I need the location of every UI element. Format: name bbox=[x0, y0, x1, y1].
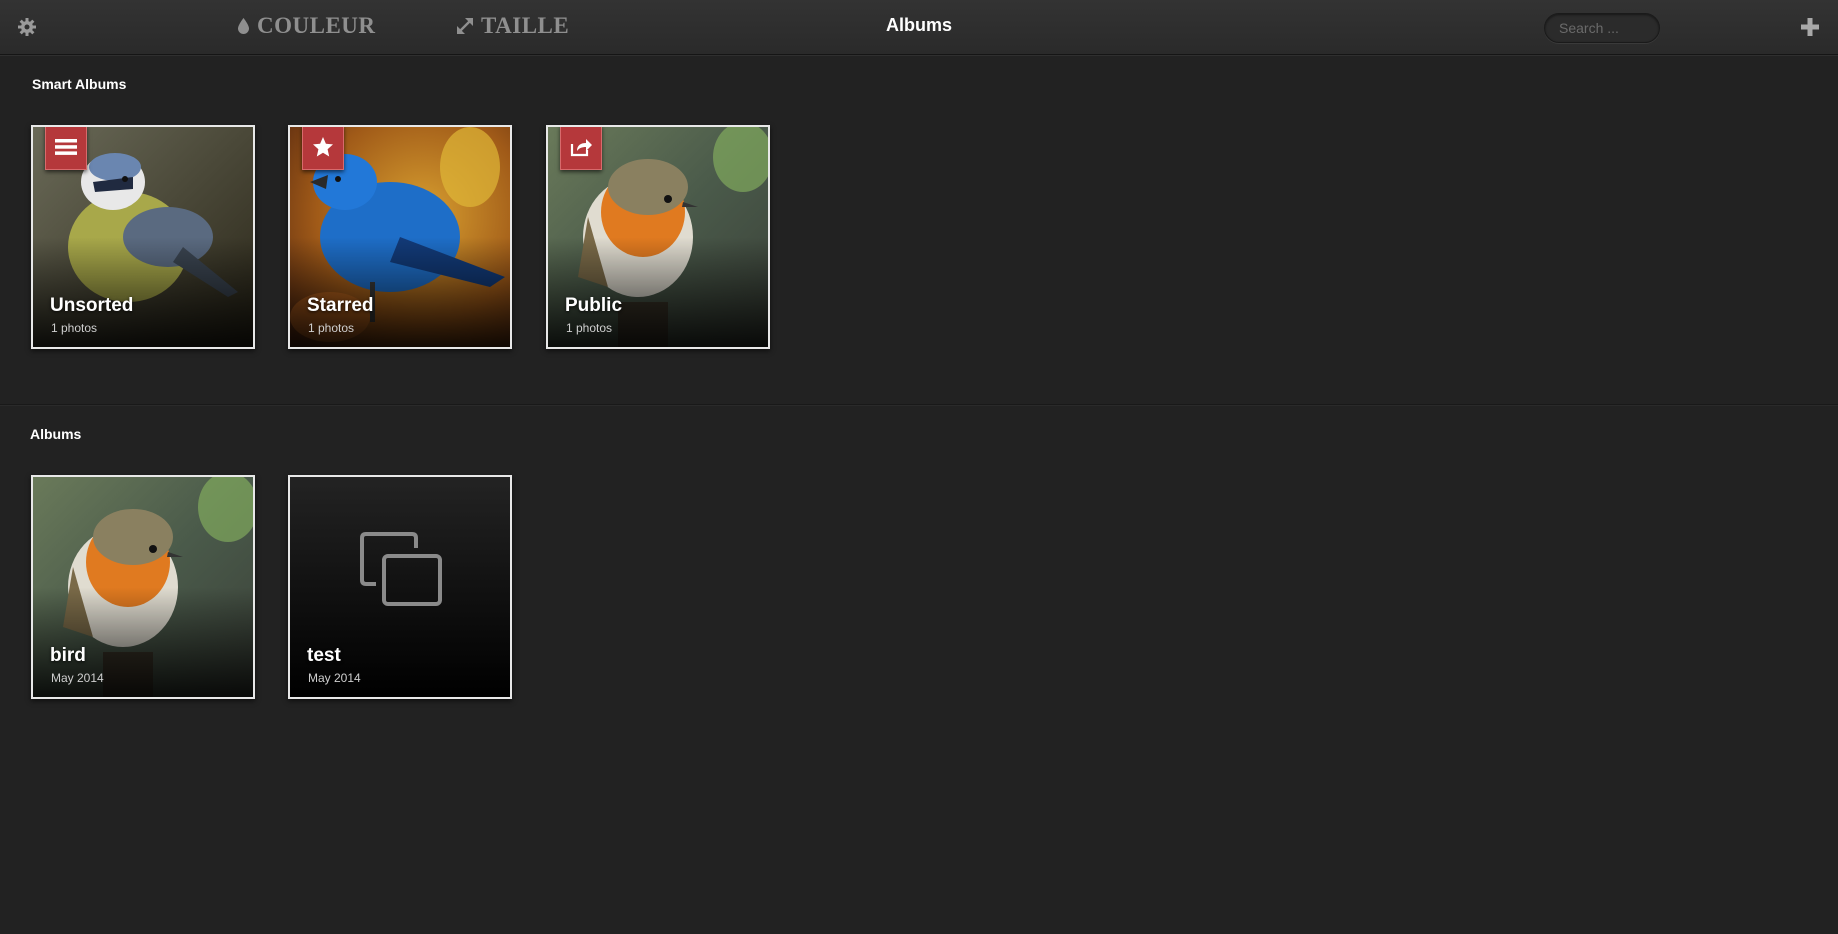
resize-arrows-icon bbox=[457, 18, 473, 34]
starred-badge bbox=[302, 127, 344, 170]
droplet-icon bbox=[238, 18, 249, 34]
album-name: test bbox=[307, 645, 341, 666]
section-divider bbox=[0, 404, 1838, 405]
album-name: Starred bbox=[307, 295, 374, 316]
gear-icon bbox=[18, 18, 36, 36]
album-photo-count: 1 photos bbox=[51, 321, 98, 335]
album-bird[interactable]: bird May 2014 bbox=[31, 475, 255, 699]
add-button[interactable] bbox=[1799, 16, 1821, 38]
album-test[interactable]: test May 2014 bbox=[288, 475, 512, 699]
share-icon bbox=[570, 139, 592, 157]
search-input[interactable] bbox=[1544, 13, 1660, 43]
settings-button[interactable] bbox=[17, 17, 37, 37]
star-icon bbox=[313, 137, 333, 157]
album-photo-count: 1 photos bbox=[308, 321, 355, 335]
header-bar: COULEUR TAILLE Albums bbox=[0, 0, 1838, 55]
tool-taille-button[interactable]: TAILLE bbox=[456, 13, 569, 39]
album-name: Unsorted bbox=[50, 295, 134, 316]
album-unsorted[interactable]: Unsorted 1 photos bbox=[31, 125, 255, 349]
list-icon bbox=[55, 139, 77, 155]
album-date: May 2014 bbox=[308, 671, 361, 685]
album-name: Public bbox=[565, 295, 623, 316]
album-date: May 2014 bbox=[51, 671, 104, 685]
album-public[interactable]: Public 1 photos bbox=[546, 125, 770, 349]
album-placeholder-icon bbox=[360, 532, 442, 606]
tool-couleur-label: COULEUR bbox=[257, 13, 376, 38]
unsorted-badge bbox=[45, 127, 87, 170]
smart-albums-heading: Smart Albums bbox=[32, 76, 127, 92]
public-badge bbox=[560, 127, 602, 170]
albums-heading: Albums bbox=[30, 426, 82, 442]
tool-couleur-button[interactable]: COULEUR bbox=[237, 13, 376, 39]
album-photo-count: 1 photos bbox=[566, 321, 613, 335]
album-name: bird bbox=[50, 645, 86, 666]
album-starred[interactable]: Starred 1 photos bbox=[288, 125, 512, 349]
tool-taille-label: TAILLE bbox=[481, 13, 570, 38]
plus-icon bbox=[1801, 18, 1819, 36]
